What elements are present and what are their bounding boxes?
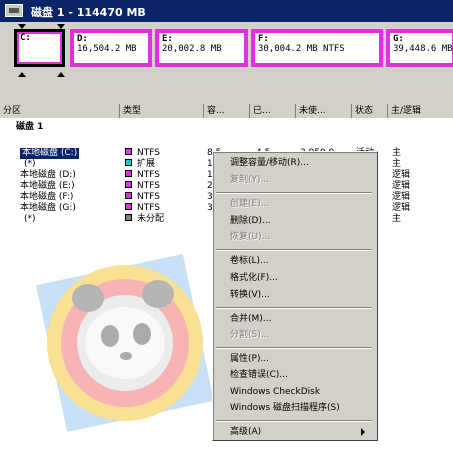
menu-item-copy[interactable]: 复制(Y)... [215, 172, 373, 188]
disk-title: 磁盘 1 - 114470 MB [31, 6, 146, 19]
marker-down-icon [18, 24, 26, 29]
partition-info: 20,002.8 MB [162, 44, 222, 54]
col-size[interactable]: 容... [204, 104, 250, 118]
row-name: 本地磁盘 (F:) [20, 192, 74, 202]
row-kind: 主 [392, 159, 402, 169]
row-kind: 逻辑 [392, 181, 411, 191]
partition-label: G: [393, 34, 404, 44]
col-kind[interactable]: 主/逻辑 [388, 104, 453, 118]
menu-item-label[interactable]: 卷标(L)... [215, 253, 373, 269]
col-free[interactable]: 未使... [296, 104, 352, 118]
row-kind: 逻辑 [392, 192, 411, 202]
partition-f-block[interactable]: F: 30,004.2 MB NTFS [251, 29, 383, 67]
row-kind: 主 [392, 148, 402, 158]
menu-item-create[interactable]: 创建(E)... [215, 196, 373, 212]
marker-up-icon [18, 72, 26, 77]
col-status[interactable]: 状态 [352, 104, 388, 118]
type-swatch-icon [125, 203, 132, 210]
disk-group-label: 磁盘 1 [16, 122, 44, 132]
menu-item-merge[interactable]: 合并(M)... [215, 311, 373, 327]
list-header: 分区 类型 容... 已... 未使... 状态 主/逻辑 [0, 104, 453, 119]
row-kind: 逻辑 [392, 170, 411, 180]
disk-map: C: D: 16,504.2 MB E: 20,002.8 MB F: 30,0… [0, 22, 453, 80]
type-swatch-icon [125, 170, 132, 177]
menu-item-convert[interactable]: 转换(V)... [215, 287, 373, 303]
row-type: NTFS [137, 203, 160, 213]
menu-separator [216, 347, 372, 349]
menu-separator [216, 420, 372, 422]
partition-d-block[interactable]: D: 16,504.2 MB [70, 29, 152, 67]
submenu-arrow-icon [361, 428, 365, 436]
menu-separator [216, 249, 372, 251]
partition-e-block[interactable]: E: 20,002.8 MB [155, 29, 248, 67]
disk-group-row: 磁盘 1 [0, 122, 453, 133]
partition-c-block[interactable]: C: [14, 29, 65, 67]
partition-info: 16,504.2 MB [77, 44, 137, 54]
row-name: 本地磁盘 (G:) [20, 203, 76, 213]
type-swatch-icon [125, 214, 132, 221]
menu-item-format[interactable]: 格式化(F)... [215, 270, 373, 286]
partition-g-block[interactable]: G: 39,448.6 MB [386, 29, 453, 67]
menu-item-check-errors[interactable]: 检查错误(C)... [215, 367, 373, 383]
menu-item-windows-checkdisk[interactable]: Windows CheckDisk [215, 384, 373, 400]
row-type: NTFS [137, 170, 160, 180]
menu-separator [216, 192, 372, 194]
row-name: 本地磁盘 (E:) [20, 181, 75, 191]
row-type: NTFS [137, 192, 160, 202]
type-swatch-icon [125, 148, 132, 155]
marker-down-icon [57, 24, 65, 29]
menu-separator [216, 307, 372, 309]
menu-item-properties[interactable]: 属性(P)... [215, 351, 373, 367]
row-kind: 逻辑 [392, 203, 411, 213]
row-kind: 主 [392, 214, 402, 224]
pane-splitter[interactable] [0, 80, 453, 105]
row-name: 本地磁盘 (D:) [20, 170, 76, 180]
menu-item-windows-scandisk[interactable]: Windows 磁盘扫描程序(S) [215, 400, 373, 416]
partition-info: 39,448.6 MB [393, 44, 453, 54]
partition-label: E: [162, 34, 173, 44]
menu-item-delete[interactable]: 删除(D)... [215, 213, 373, 229]
col-partition[interactable]: 分区 [0, 104, 120, 118]
type-swatch-icon [125, 192, 132, 199]
row-type: NTFS [137, 181, 160, 191]
partition-info: 30,004.2 MB NTFS [258, 44, 345, 54]
menu-item-resize-move[interactable]: 调整容量/移动(R)... [215, 155, 373, 171]
menu-item-advanced-label: 高级(A) [230, 427, 262, 437]
col-type[interactable]: 类型 [120, 104, 204, 118]
menu-item-advanced[interactable]: 高级(A) [215, 424, 373, 440]
col-used[interactable]: 已... [250, 104, 296, 118]
context-menu: 调整容量/移动(R)... 复制(Y)... 创建(E)... 删除(D)...… [212, 151, 378, 441]
partition-label: C: [20, 33, 31, 43]
row-name: (*) [24, 159, 36, 169]
partition-label: F: [258, 34, 269, 44]
menu-item-split[interactable]: 分割(S)... [215, 327, 373, 343]
hard-disk-icon [5, 4, 23, 17]
row-type: 扩展 [137, 159, 156, 169]
marker-up-icon [57, 72, 65, 77]
watermark-logo [30, 248, 220, 438]
menu-item-restore[interactable]: 恢复(U)... [215, 229, 373, 245]
type-swatch-icon [125, 159, 132, 166]
row-name: 本地磁盘 (C:) [20, 148, 80, 159]
row-type: NTFS [137, 148, 160, 158]
row-type: 未分配 [137, 214, 165, 224]
row-name: (*) [24, 214, 36, 224]
partition-label: D: [77, 34, 88, 44]
type-swatch-icon [125, 181, 132, 188]
disk-header: 磁盘 1 - 114470 MB [0, 0, 453, 22]
